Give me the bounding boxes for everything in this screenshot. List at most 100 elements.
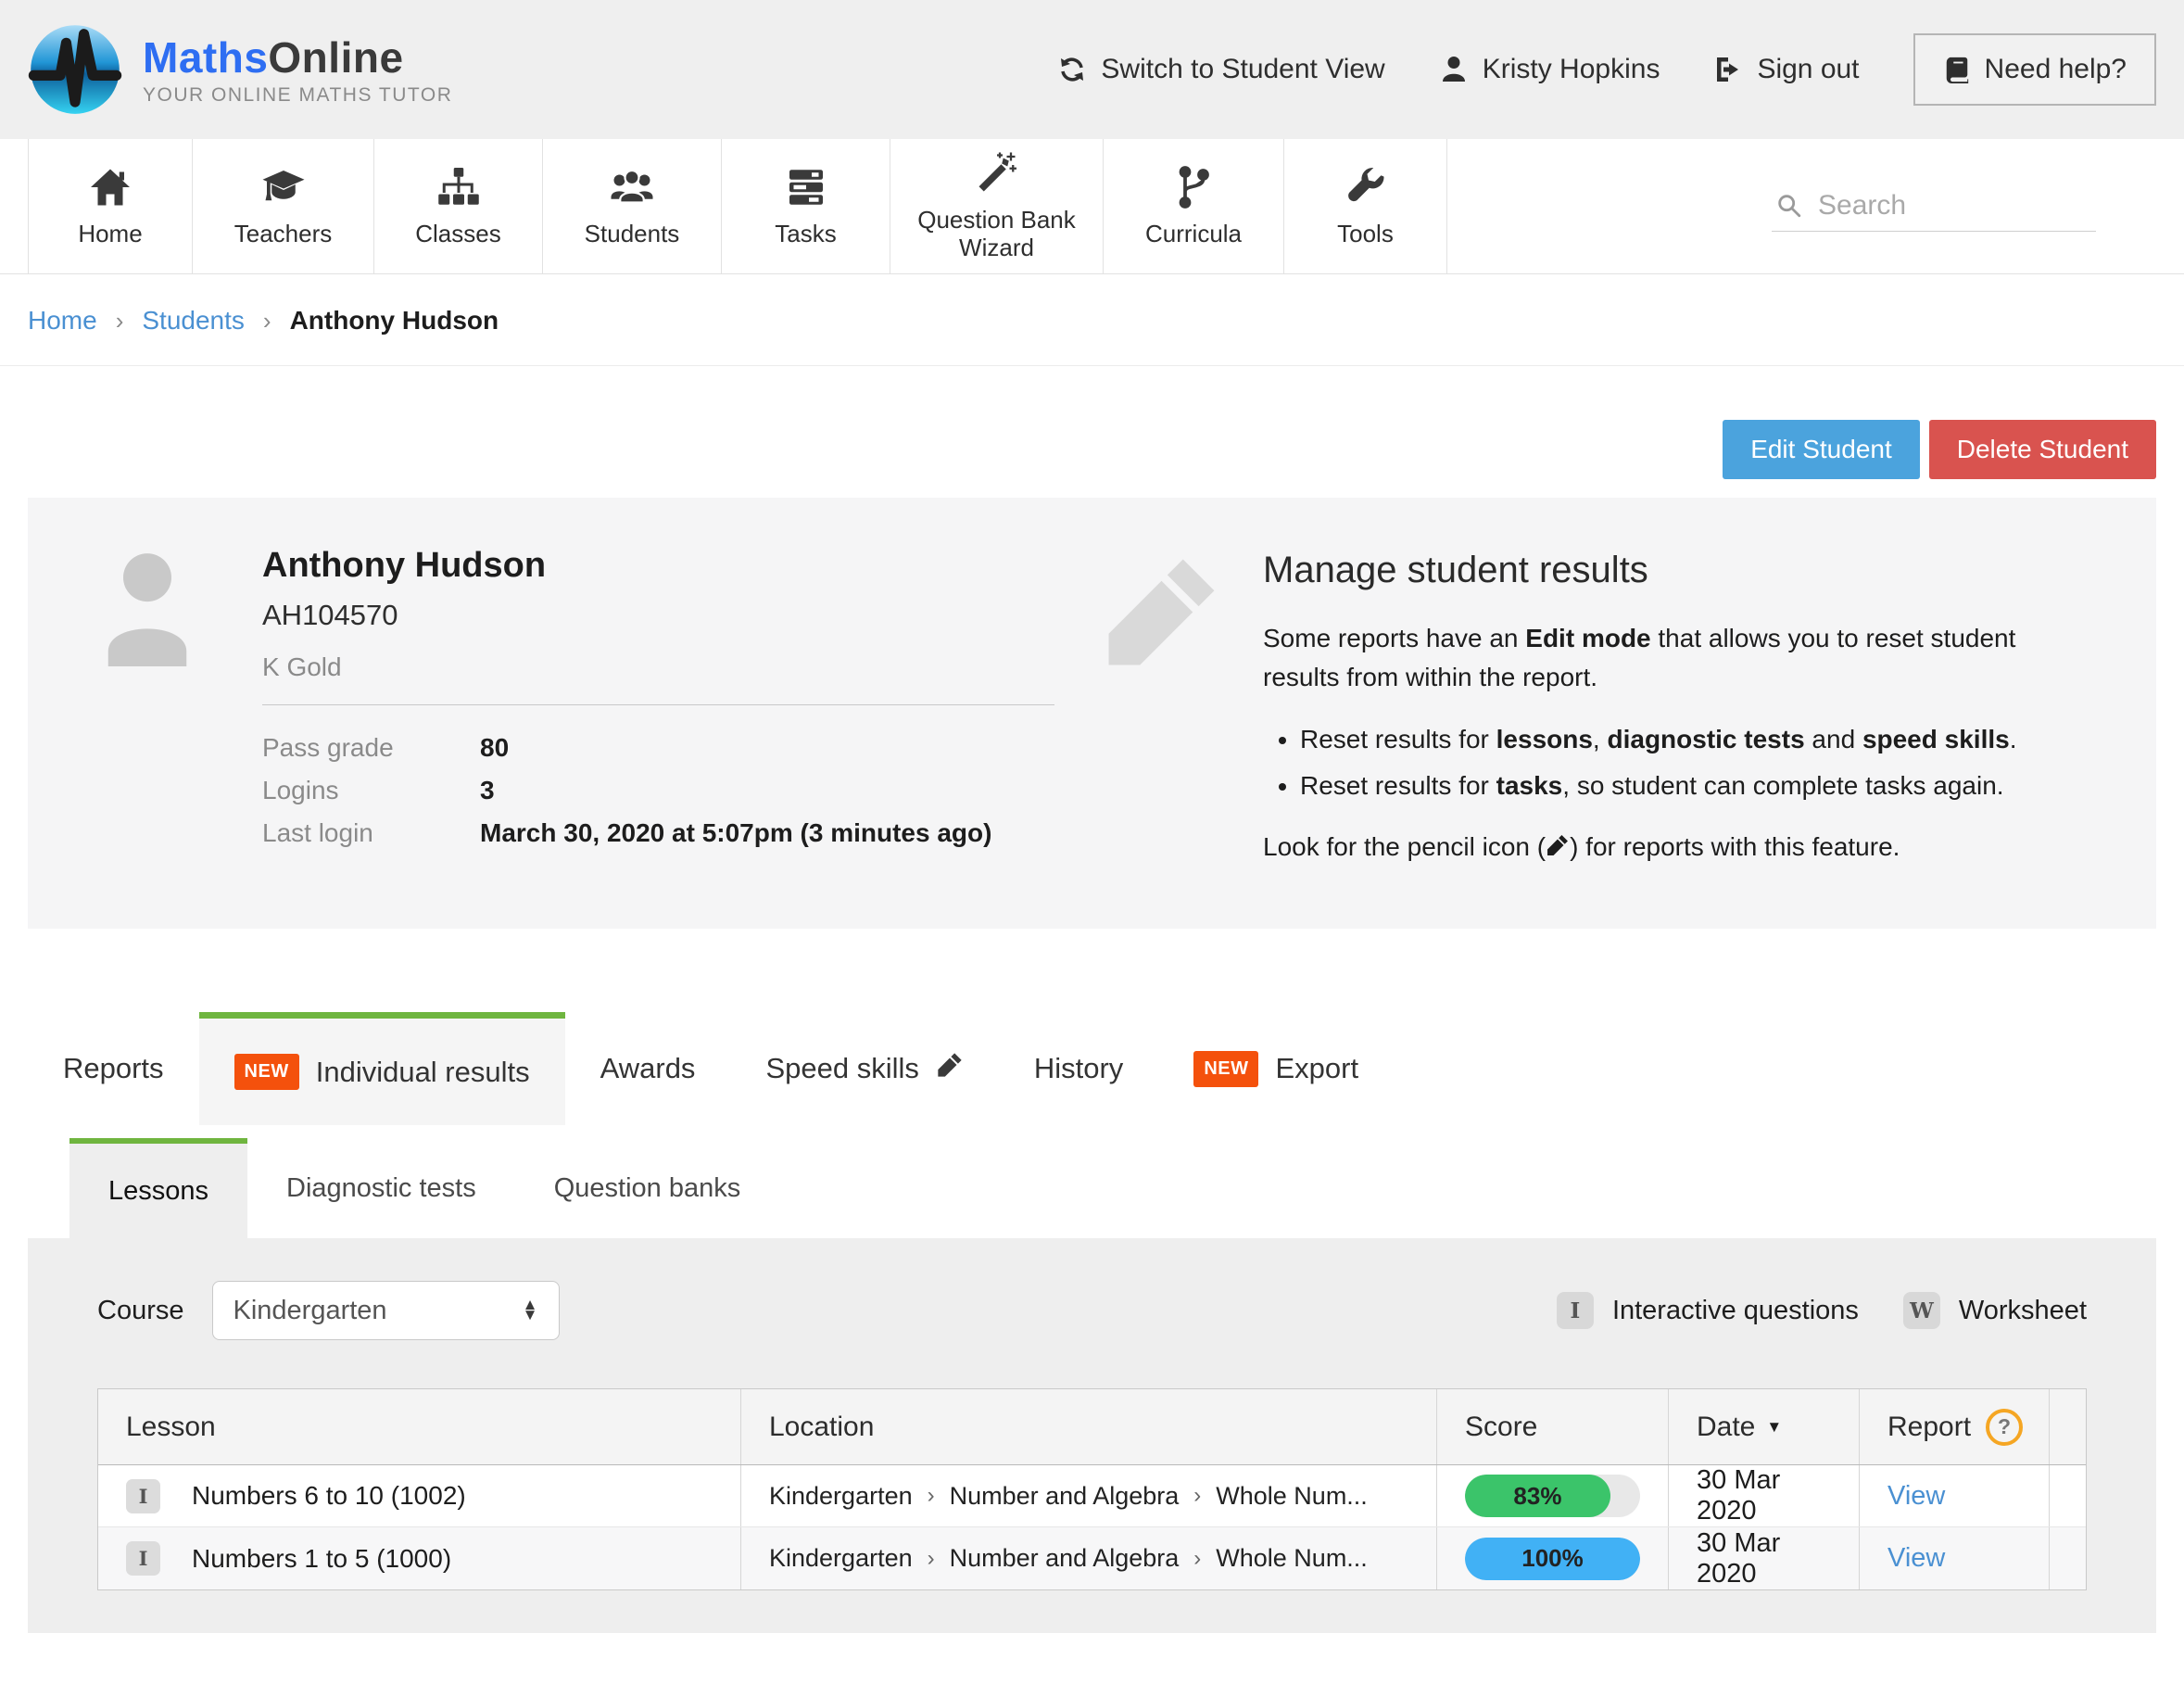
nav-item-tools[interactable]: Tools xyxy=(1283,139,1447,273)
course-select[interactable]: Kindergarten ▲▼ xyxy=(212,1281,560,1340)
nav-label-students: Students xyxy=(585,221,680,248)
breadcrumb-students-link[interactable]: Students xyxy=(142,306,245,336)
nav-item-students[interactable]: Students xyxy=(542,139,721,273)
chevron-separator: › xyxy=(928,1546,935,1572)
course-label: Course xyxy=(97,1296,184,1326)
worksheet-badge: W xyxy=(1903,1292,1940,1329)
search-input[interactable] xyxy=(1818,190,2092,222)
result-type-subtabs: Lessons Diagnostic tests Question banks xyxy=(28,1138,2156,1238)
new-badge: NEW xyxy=(1193,1051,1258,1087)
last-login-row: Last login March 30, 2020 at 5:07pm (3 m… xyxy=(262,818,1054,848)
nav-item-home[interactable]: Home xyxy=(28,139,192,273)
pass-grade-row: Pass grade 80 xyxy=(262,733,1054,763)
nav-item-question-bank-wizard[interactable]: Question Bank Wizard xyxy=(890,139,1103,273)
report-tabs: Reports NEW Individual results Awards Sp… xyxy=(28,1012,2156,1125)
spacer-cell xyxy=(2050,1465,2105,1526)
legend-interactive-label: Interactive questions xyxy=(1612,1296,1859,1326)
manage-results-bullets: Reset results for lessons, diagnostic te… xyxy=(1300,725,2097,801)
tab-export-label: Export xyxy=(1275,1052,1358,1085)
nav-item-classes[interactable]: Classes xyxy=(373,139,542,273)
sign-out-button[interactable]: Sign out xyxy=(1713,54,1859,85)
table-header-row: Lesson Location Score Date▼ Report? xyxy=(98,1389,2086,1465)
main-nav: Home Teachers Classes Students xyxy=(0,139,2184,274)
user-icon xyxy=(1439,55,1469,84)
nav-label-tasks: Tasks xyxy=(775,221,836,248)
chevron-separator: › xyxy=(1193,1483,1201,1509)
page-bottom-spacer xyxy=(0,1633,2184,1684)
maths-pulse-icon xyxy=(28,22,122,117)
tab-awards[interactable]: Awards xyxy=(565,1012,731,1125)
logins-row: Logins 3 xyxy=(262,776,1054,805)
wrench-icon xyxy=(1344,165,1388,209)
subtab-diagnostic-label: Diagnostic tests xyxy=(286,1173,476,1204)
code-branch-icon xyxy=(1171,165,1216,209)
col-header-lesson: Lesson xyxy=(98,1389,741,1464)
student-id: AH104570 xyxy=(262,599,1054,632)
nav-item-curricula[interactable]: Curricula xyxy=(1103,139,1283,273)
last-login-label: Last login xyxy=(262,818,480,848)
col-header-spacer xyxy=(2050,1389,2105,1464)
lesson-name: Numbers 6 to 10 (1002) xyxy=(192,1481,466,1511)
new-badge: NEW xyxy=(234,1054,299,1090)
breadcrumb-separator: › xyxy=(116,307,124,336)
subtab-question-banks[interactable]: Question banks xyxy=(515,1138,780,1238)
student-summary-band: Anthony Hudson AH104570 K Gold Pass grad… xyxy=(28,498,2156,929)
tasks-icon xyxy=(784,165,828,209)
brand-name: MathsOnline xyxy=(143,32,452,82)
current-user-button[interactable]: Kristy Hopkins xyxy=(1439,54,1660,85)
score-fill: 100% xyxy=(1465,1538,1640,1580)
pencil-icon xyxy=(1546,832,1570,861)
lesson-type-legend: I Interactive questions W Worksheet xyxy=(1557,1292,2087,1329)
subtab-lessons[interactable]: Lessons xyxy=(69,1138,247,1238)
sign-out-icon xyxy=(1713,55,1743,84)
brand-logo[interactable]: MathsOnline YOUR ONLINE MATHS TUTOR xyxy=(28,22,452,117)
report-cell: View xyxy=(1860,1465,2050,1526)
nav-item-teachers[interactable]: Teachers xyxy=(192,139,373,273)
view-report-link[interactable]: View xyxy=(1887,1481,1945,1512)
legend-worksheet-label: Worksheet xyxy=(1959,1296,2087,1326)
switch-student-view-button[interactable]: Switch to Student View xyxy=(1057,54,1384,85)
subtab-question-banks-label: Question banks xyxy=(554,1173,741,1204)
bullet-reset-lessons: Reset results for lessons, diagnostic te… xyxy=(1300,725,2097,754)
sitemap-icon xyxy=(436,165,481,209)
score-fill: 83% xyxy=(1465,1475,1610,1517)
last-login-value: March 30, 2020 at 5:07pm (3 minutes ago) xyxy=(480,818,991,848)
help-question-icon[interactable]: ? xyxy=(1986,1409,2023,1446)
col-header-date[interactable]: Date▼ xyxy=(1669,1389,1860,1464)
course-select-value: Kindergarten xyxy=(234,1296,387,1326)
nav-label-classes: Classes xyxy=(415,221,500,248)
manage-results-panel: Manage student results Some reports have… xyxy=(1099,546,2101,862)
col-header-location: Location xyxy=(741,1389,1437,1464)
nav-item-tasks[interactable]: Tasks xyxy=(721,139,890,273)
tab-export[interactable]: NEW Export xyxy=(1158,1012,1394,1125)
pencil-illustration-icon xyxy=(1099,550,1224,862)
student-avatar xyxy=(97,546,197,862)
tab-reports[interactable]: Reports xyxy=(28,1012,199,1125)
breadcrumb-home-link[interactable]: Home xyxy=(28,306,97,336)
pass-grade-label: Pass grade xyxy=(262,733,480,763)
location-cell: Kindergarten › Number and Algebra › Whol… xyxy=(741,1465,1437,1526)
subtab-diagnostic-tests[interactable]: Diagnostic tests xyxy=(247,1138,515,1238)
tab-reports-label: Reports xyxy=(63,1052,164,1085)
need-help-button[interactable]: Need help? xyxy=(1913,33,2156,106)
nav-label-home: Home xyxy=(78,221,142,248)
nav-search xyxy=(1772,181,2096,232)
select-arrows-icon: ▲▼ xyxy=(523,1300,538,1320)
view-report-link[interactable]: View xyxy=(1887,1543,1945,1574)
need-help-label: Need help? xyxy=(1985,54,2127,85)
tab-history[interactable]: History xyxy=(999,1012,1158,1125)
filter-row: Course Kindergarten ▲▼ I Interactive que… xyxy=(97,1281,2087,1340)
date-cell: 30 Mar 2020 xyxy=(1669,1465,1860,1526)
tab-speed-skills[interactable]: Speed skills xyxy=(730,1012,998,1125)
user-name: Kristy Hopkins xyxy=(1483,54,1660,85)
delete-student-button[interactable]: Delete Student xyxy=(1929,420,2156,479)
lesson-name: Numbers 1 to 5 (1000) xyxy=(192,1544,451,1574)
student-class: K Gold xyxy=(262,652,1054,705)
interactive-badge: I xyxy=(126,1541,160,1576)
tab-individual-results[interactable]: NEW Individual results xyxy=(199,1012,565,1125)
tab-history-label: History xyxy=(1034,1052,1123,1085)
switch-view-label: Switch to Student View xyxy=(1101,54,1384,85)
manage-results-intro: Some reports have an Edit mode that allo… xyxy=(1263,619,2097,697)
edit-student-button[interactable]: Edit Student xyxy=(1723,420,1920,479)
users-icon xyxy=(610,165,654,209)
